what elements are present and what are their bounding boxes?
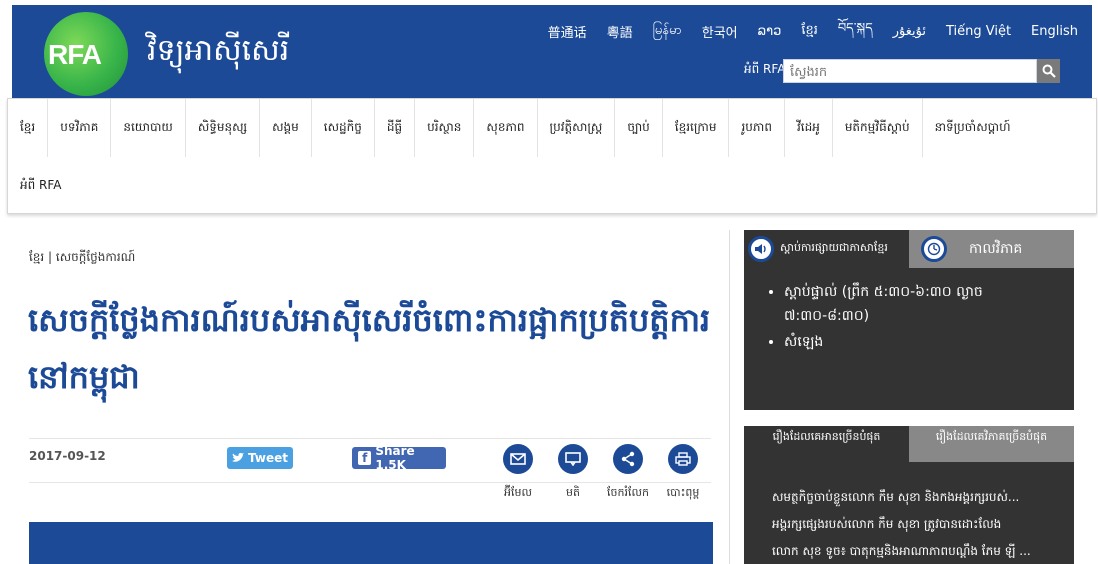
lang-lao[interactable]: ລາວ xyxy=(758,24,782,39)
tab-most-read[interactable]: រឿងដែលគេអានច្រើនបំផុត xyxy=(744,426,909,462)
lang-uyghur[interactable]: ئۇيغۇر xyxy=(893,24,926,39)
printer-icon xyxy=(675,452,691,466)
lang-english[interactable]: English xyxy=(1031,24,1078,39)
print-button[interactable] xyxy=(668,444,698,474)
comment-button[interactable] xyxy=(558,444,588,474)
nav-row-2: អំពី RFA xyxy=(8,157,1096,215)
comment-label[interactable]: មតិ xyxy=(543,486,603,502)
print-label[interactable]: បោះពុម្ព xyxy=(653,486,713,502)
lang-vietnamese[interactable]: Tiếng Việt xyxy=(946,24,1011,39)
facebook-icon: f xyxy=(358,451,372,465)
tweet-button[interactable]: Tweet xyxy=(227,447,293,469)
nav-item-law[interactable]: ច្បាប់ xyxy=(615,99,663,157)
language-bar: 普通话 粵語 မြန်မာ 한국어 ລາວ ខ្មែរ བོད་སྐད ئۇيغ… xyxy=(548,13,1078,50)
media-player-area xyxy=(29,522,713,564)
nav-item-analysis[interactable]: បទវិភាគ xyxy=(48,99,112,157)
nav-item-listener-opinion[interactable]: មតិកម្មវិធីស្តាប់ xyxy=(833,99,923,157)
email-icon xyxy=(510,453,526,465)
breadcrumb[interactable]: ខ្មែរ | សេចក្តីថ្លែងការណ៍ xyxy=(29,249,135,267)
tab-schedule[interactable]: កាលវិភាគ xyxy=(909,230,1074,268)
lang-korean[interactable]: 한국어 xyxy=(702,22,738,41)
popular-item[interactable]: សមត្ថកិច្ចចាប់ខ្លួនលោក កឹម សុខា និងកងអង្… xyxy=(772,484,1068,511)
comment-icon xyxy=(565,452,581,466)
sidebar-divider xyxy=(729,230,730,564)
divider xyxy=(29,438,711,439)
tab-listen-label: ស្តាប់ការផ្សាយជាភាសាខ្មែរ xyxy=(780,241,888,254)
lang-burmese[interactable]: မြန်မာ xyxy=(653,22,682,41)
nav-item-photos[interactable]: រូបភាព xyxy=(729,99,785,157)
site-title[interactable]: វិទ្យុអាស៊ីសេរី xyxy=(147,31,289,75)
tab-most-discussed[interactable]: រឿងដែលគេវិភាគច្រើនបំផុត xyxy=(909,426,1074,462)
nav-item-politics[interactable]: នយោបាយ xyxy=(111,99,186,157)
listen-panel: ស្តាប់ការផ្សាយជាភាសាខ្មែរ កាលវិភាគ ស្តាប… xyxy=(744,230,1074,410)
search-icon xyxy=(1042,64,1056,78)
lang-khmer[interactable]: ខ្មែរ xyxy=(801,22,818,41)
popular-item[interactable]: លោក សុខ ទូច៖ បាតុកម្មនិងអាណាភាពបណ្តឹង ភែ… xyxy=(772,538,1068,564)
speaker-icon xyxy=(748,236,774,262)
email-label[interactable]: អ៊ីមែល xyxy=(488,486,548,502)
nav-item-weekly[interactable]: នាទីប្រចាំសប្តាហ៍ xyxy=(923,99,1023,157)
nav-item-human-rights[interactable]: សិទ្ធិមនុស្ស xyxy=(186,99,261,157)
nav-item-health[interactable]: សុខភាព xyxy=(474,99,538,157)
nav-item-economy[interactable]: សេដ្ឋកិច្ច xyxy=(312,99,375,157)
share-button[interactable] xyxy=(613,444,643,474)
listen-list: ស្តាប់ផ្ទាល់ (ព្រឹក ៥:៣០-៦:៣០ ល្ងាច ៧:៣០… xyxy=(784,280,1054,356)
logo-text[interactable]: RFA xyxy=(48,39,102,71)
nav-item-about-rfa[interactable]: អំពី RFA xyxy=(8,157,73,215)
article-date: 2017-09-12 xyxy=(29,449,106,463)
lang-tibetan[interactable]: བོད་སྐད xyxy=(838,13,873,50)
nav-row-1: ខ្មែរ បទវិភាគ នយោបាយ សិទ្ធិមនុស្ស សង្គម … xyxy=(8,99,1096,157)
nav-item-history[interactable]: ប្រវត្តិសាស្ត្រ xyxy=(538,99,616,157)
search-input[interactable] xyxy=(783,59,1037,83)
article-headline: សេចក្តីថ្លែងការណ៍របស់អាស៊ីសេរីចំពោះការផ្… xyxy=(28,301,711,396)
share-label[interactable]: ចែករំលែក xyxy=(598,486,658,502)
search-button[interactable] xyxy=(1037,59,1060,83)
email-button[interactable] xyxy=(503,444,533,474)
site-header: RFA វិទ្យុអាស៊ីសេរី 普通话 粵語 မြန်မာ 한국어 ລາ… xyxy=(12,5,1092,98)
twitter-icon xyxy=(232,453,245,462)
popular-list: សមត្ថកិច្ចចាប់ខ្លួនលោក កឹម សុខា និងកងអង្… xyxy=(772,484,1068,564)
divider xyxy=(29,482,711,483)
listen-live-link[interactable]: ស្តាប់ផ្ទាល់ (ព្រឹក ៥:៣០-៦:៣០ ល្ងាច ៧:៣០… xyxy=(784,280,1054,328)
tab-listen[interactable]: ស្តាប់ការផ្សាយជាភាសាខ្មែរ xyxy=(744,230,909,268)
nav-item-khmer[interactable]: ខ្មែរ xyxy=(8,99,49,157)
clock-icon xyxy=(921,236,947,262)
tweet-label: Tweet xyxy=(248,451,288,465)
main-nav: ខ្មែរ បទវិភាគ នយោបាយ សិទ្ធិមនុស្ស សង្គម … xyxy=(7,98,1097,214)
about-rfa-link[interactable]: អំពី RFA xyxy=(744,61,785,79)
nav-item-khmer-krom[interactable]: ខ្មែរក្រោម xyxy=(663,99,730,157)
nav-item-environment[interactable]: បរិស្ថាន xyxy=(415,99,475,157)
lang-mandarin[interactable]: 普通话 xyxy=(548,22,587,41)
facebook-share-label: Share 1.5K xyxy=(375,444,415,472)
nav-item-video[interactable]: វីដេអូ xyxy=(785,99,833,157)
share-icon xyxy=(621,451,635,467)
nav-item-society[interactable]: សង្គម xyxy=(260,99,312,157)
popular-panel: រឿងដែលគេអានច្រើនបំផុត រឿងដែលគេវិភាគច្រើន… xyxy=(744,426,1074,564)
popular-item[interactable]: អង្គរក្សផ្សេងរបស់លោក កឹម សុខា ត្រូវបានដោ… xyxy=(772,511,1068,538)
lang-cantonese[interactable]: 粵語 xyxy=(607,22,633,41)
nav-item-land[interactable]: ដីធ្លី xyxy=(375,99,416,157)
tab-schedule-label: កាលវិភាគ xyxy=(969,240,1023,257)
facebook-share-button[interactable]: f Share 1.5K xyxy=(352,444,446,472)
audio-link[interactable]: សំឡេង xyxy=(784,330,1054,354)
